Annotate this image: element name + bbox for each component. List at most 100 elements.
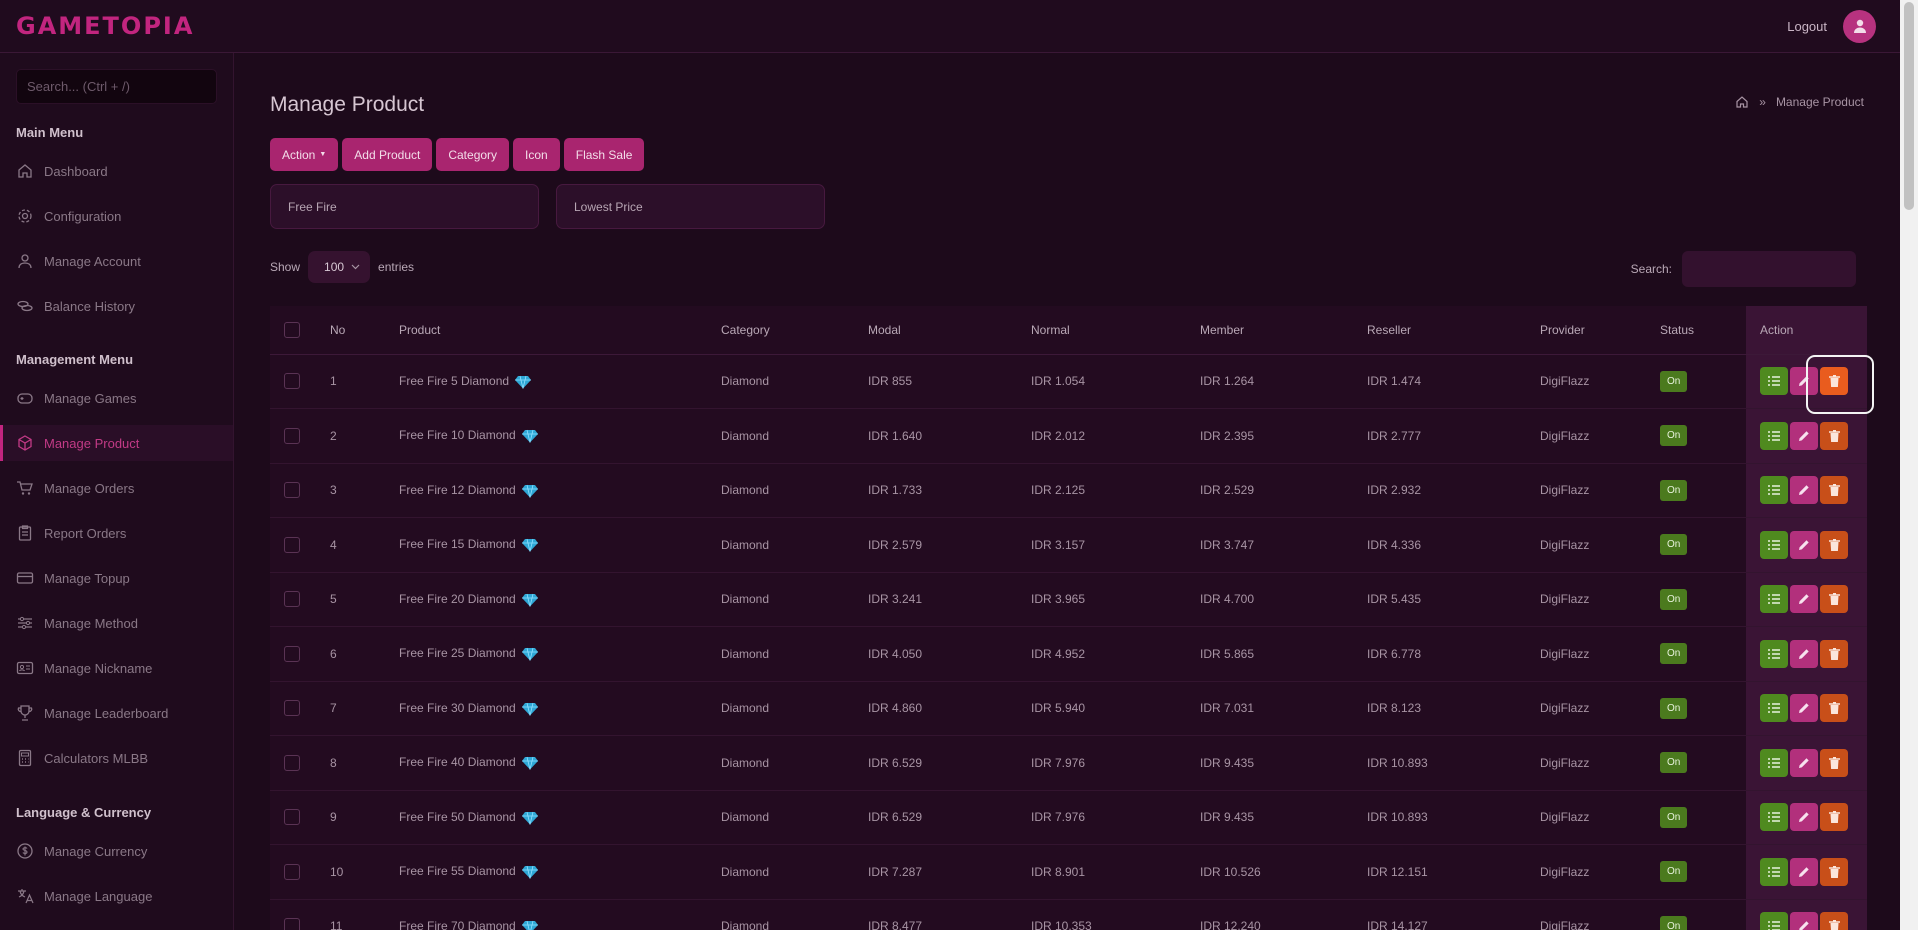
- sidebar-item-report-orders[interactable]: Report Orders: [0, 515, 233, 551]
- status-badge[interactable]: On: [1660, 697, 1688, 719]
- edit-button[interactable]: [1790, 748, 1818, 777]
- status-badge[interactable]: On: [1660, 425, 1688, 447]
- status-badge[interactable]: On: [1660, 915, 1688, 930]
- delete-button[interactable]: [1820, 912, 1848, 930]
- column-header[interactable]: Normal: [1031, 306, 1200, 355]
- add-product-button[interactable]: Add Product: [342, 138, 433, 171]
- user-avatar[interactable]: [1843, 9, 1876, 43]
- sidebar-item-label: Manage Account: [44, 253, 141, 269]
- action-dropdown-button[interactable]: Action ▼: [270, 138, 339, 171]
- entries-select[interactable]: 100: [308, 251, 371, 283]
- edit-button[interactable]: [1790, 530, 1818, 559]
- table-search-input[interactable]: [1682, 251, 1856, 287]
- icon-button[interactable]: Icon: [513, 138, 560, 171]
- sidebar-item-manage-method[interactable]: Manage Method: [0, 605, 233, 641]
- row-checkbox[interactable]: [284, 754, 300, 771]
- delete-button[interactable]: [1820, 694, 1848, 723]
- row-checkbox[interactable]: [284, 373, 300, 390]
- row-checkbox[interactable]: [284, 863, 300, 880]
- sort-filter-select[interactable]: Lowest Price: [556, 184, 825, 229]
- edit-button[interactable]: [1790, 585, 1818, 614]
- edit-button[interactable]: [1790, 694, 1818, 723]
- edit-button[interactable]: [1790, 476, 1818, 505]
- row-checkbox[interactable]: [284, 700, 300, 717]
- column-header[interactable]: No: [330, 306, 399, 355]
- column-header[interactable]: Status: [1660, 306, 1746, 355]
- column-header[interactable]: Member: [1200, 306, 1367, 355]
- sidebar-item-manage-product[interactable]: Manage Product: [0, 425, 233, 461]
- detail-button[interactable]: [1760, 585, 1788, 614]
- delete-button[interactable]: [1820, 421, 1848, 450]
- sidebar-item-calculators-mlbb[interactable]: Calculators MLBB: [0, 740, 233, 776]
- scrollbar-thumb[interactable]: [1904, 2, 1914, 210]
- detail-button[interactable]: [1760, 367, 1788, 396]
- detail-button[interactable]: [1760, 748, 1788, 777]
- status-badge[interactable]: On: [1660, 752, 1688, 774]
- category-button[interactable]: Category: [436, 138, 510, 171]
- logout-link[interactable]: Logout: [1787, 19, 1827, 34]
- home-icon[interactable]: [1735, 95, 1749, 109]
- app-logo[interactable]: GAMETOPIA: [16, 12, 194, 40]
- column-header[interactable]: Provider: [1540, 306, 1660, 355]
- row-checkbox[interactable]: [284, 427, 300, 444]
- sidebar-item-manage-language[interactable]: Manage Language: [0, 878, 233, 914]
- sidebar-search-input[interactable]: Search... (Ctrl + /): [16, 69, 217, 104]
- detail-button[interactable]: [1760, 639, 1788, 668]
- column-header[interactable]: Modal: [868, 306, 1031, 355]
- row-checkbox[interactable]: [284, 536, 300, 553]
- cell-status: On: [1660, 899, 1746, 930]
- row-checkbox[interactable]: [284, 918, 300, 930]
- detail-button[interactable]: [1760, 857, 1788, 886]
- delete-button[interactable]: [1820, 857, 1848, 886]
- sidebar-item-manage-account[interactable]: Manage Account: [0, 243, 233, 279]
- sidebar-item-manage-topup[interactable]: Manage Topup: [0, 560, 233, 596]
- row-checkbox[interactable]: [284, 645, 300, 662]
- edit-button[interactable]: [1790, 912, 1818, 930]
- sidebar-item-manage-currency[interactable]: Manage Currency: [0, 833, 233, 869]
- edit-button[interactable]: [1790, 367, 1818, 396]
- delete-button[interactable]: [1820, 748, 1848, 777]
- delete-button[interactable]: [1820, 639, 1848, 668]
- detail-button[interactable]: [1760, 421, 1788, 450]
- sidebar-item-manage-orders[interactable]: Manage Orders: [0, 470, 233, 506]
- column-header[interactable]: Reseller: [1367, 306, 1540, 355]
- sidebar-item-dashboard[interactable]: Dashboard: [0, 153, 233, 189]
- status-badge[interactable]: On: [1660, 479, 1688, 501]
- edit-button[interactable]: [1790, 803, 1818, 832]
- status-badge[interactable]: On: [1660, 861, 1688, 883]
- sidebar-item-manage-nickname[interactable]: Manage Nickname: [0, 650, 233, 686]
- page-scrollbar[interactable]: [1900, 0, 1918, 930]
- cell-category: Diamond: [721, 844, 868, 900]
- game-filter-select[interactable]: Free Fire: [270, 184, 539, 229]
- sidebar-item-manage-leaderboard[interactable]: Manage Leaderboard: [0, 695, 233, 731]
- detail-button[interactable]: [1760, 476, 1788, 505]
- detail-button[interactable]: [1760, 803, 1788, 832]
- edit-button[interactable]: [1790, 421, 1818, 450]
- column-header[interactable]: Product: [399, 306, 721, 355]
- sidebar-item-manage-games[interactable]: Manage Games: [0, 380, 233, 416]
- status-badge[interactable]: On: [1660, 370, 1688, 392]
- status-badge[interactable]: On: [1660, 588, 1688, 610]
- delete-button[interactable]: [1820, 476, 1848, 505]
- row-checkbox[interactable]: [284, 591, 300, 608]
- sidebar-item-configuration[interactable]: Configuration: [0, 198, 233, 234]
- detail-button[interactable]: [1760, 530, 1788, 559]
- status-badge[interactable]: On: [1660, 534, 1688, 556]
- flash-sale-button[interactable]: Flash Sale: [563, 138, 645, 171]
- row-checkbox[interactable]: [284, 482, 300, 499]
- select-all-checkbox[interactable]: [284, 321, 300, 338]
- status-badge[interactable]: On: [1660, 643, 1688, 665]
- edit-button[interactable]: [1790, 857, 1818, 886]
- edit-button[interactable]: [1790, 639, 1818, 668]
- column-header[interactable]: Category: [721, 306, 868, 355]
- cart-icon: [17, 481, 33, 495]
- detail-button[interactable]: [1760, 912, 1788, 930]
- delete-button[interactable]: [1820, 585, 1848, 614]
- detail-button[interactable]: [1760, 694, 1788, 723]
- delete-button[interactable]: [1820, 367, 1848, 396]
- delete-button[interactable]: [1820, 803, 1848, 832]
- delete-button[interactable]: [1820, 530, 1848, 559]
- status-badge[interactable]: On: [1660, 806, 1688, 828]
- row-checkbox[interactable]: [284, 809, 300, 826]
- sidebar-item-balance-history[interactable]: Balance History: [0, 288, 233, 324]
